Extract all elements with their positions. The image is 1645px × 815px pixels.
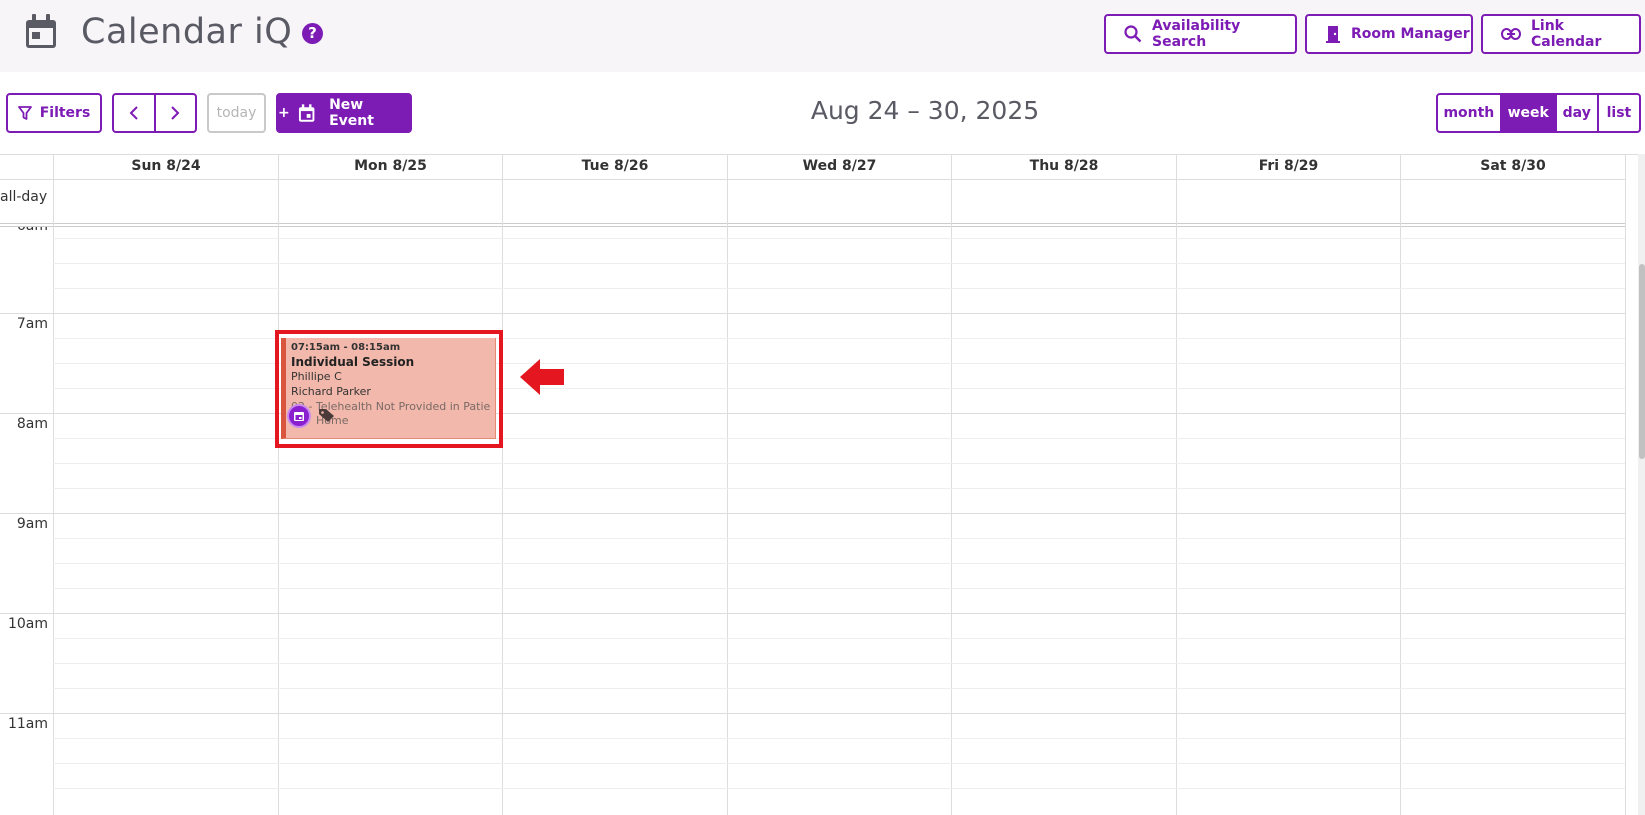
day-header-sun: Sun 8/24	[53, 154, 278, 179]
link-icon	[1501, 28, 1521, 40]
time-label-11am: 11am	[7, 716, 48, 732]
calendar-icon	[26, 14, 56, 48]
day-header-tue: Tue 8/26	[502, 154, 727, 179]
grid-line	[53, 563, 1625, 564]
grid-line	[0, 313, 1625, 314]
time-label-10am: 10am	[7, 616, 48, 632]
date-range-title: Aug 24 – 30, 2025	[810, 96, 1040, 125]
new-event-button[interactable]: + New Event	[276, 93, 412, 133]
grid-line	[0, 613, 1625, 614]
grid-line	[53, 688, 1625, 689]
grid-line	[727, 154, 728, 815]
day-header-wed: Wed 8/27	[727, 154, 951, 179]
search-icon	[1124, 25, 1142, 43]
new-event-plus: +	[278, 105, 290, 121]
grid-line	[53, 738, 1625, 739]
grid-line	[0, 223, 1625, 224]
grid-line	[0, 713, 1625, 714]
question-circle-icon[interactable]: ?	[302, 23, 323, 44]
grid-line	[53, 463, 1625, 464]
availability-search-button[interactable]: Availability Search	[1104, 14, 1297, 54]
door-icon	[1326, 26, 1340, 43]
grid-line	[0, 226, 1625, 227]
grid-line	[53, 788, 1625, 789]
app-header: Calendar iQ ? Availability Search Room M…	[0, 0, 1645, 72]
filters-label: Filters	[39, 105, 91, 121]
chevron-left-icon	[129, 106, 138, 120]
grid-line	[53, 638, 1625, 639]
grid-line	[951, 154, 952, 815]
today-button[interactable]: today	[207, 93, 266, 133]
new-event-label: New Event	[329, 97, 374, 129]
grid-line	[1625, 154, 1626, 815]
view-month-button[interactable]: month	[1438, 95, 1500, 131]
day-header-mon: Mon 8/25	[278, 154, 502, 179]
scrollbar-thumb[interactable]	[1639, 264, 1645, 459]
prev-button[interactable]	[114, 95, 154, 131]
grid-line	[53, 238, 1625, 239]
grid-line	[1176, 154, 1177, 815]
view-day-button[interactable]: day	[1554, 95, 1597, 131]
event-highlight-box	[275, 330, 503, 448]
nav-group	[112, 93, 197, 133]
week-calendar: Sun 8/24 Mon 8/25 Tue 8/26 Wed 8/27 Thu …	[0, 154, 1645, 815]
room-manager-label: Room Manager	[1351, 26, 1470, 42]
time-label-9am: 9am	[16, 516, 48, 532]
filter-icon	[17, 106, 32, 120]
chevron-right-icon	[171, 106, 180, 120]
availability-search-label: Availability Search	[1152, 18, 1241, 50]
grid-line	[278, 154, 279, 815]
link-calendar-button[interactable]: Link Calendar	[1481, 14, 1641, 54]
grid-line	[53, 154, 54, 815]
grid-line	[53, 288, 1625, 289]
grid-line	[1400, 154, 1401, 815]
next-button[interactable]	[153, 95, 196, 131]
grid-line	[53, 263, 1625, 264]
grid-line	[0, 513, 1625, 514]
view-switcher: month week day list	[1436, 93, 1641, 133]
grid-line	[53, 763, 1625, 764]
link-calendar-label: Link Calendar	[1531, 18, 1602, 50]
filters-button[interactable]: Filters	[6, 93, 102, 133]
grid-line	[0, 413, 1625, 414]
calendar-add-icon	[298, 103, 315, 122]
view-week-button[interactable]: week	[1499, 95, 1555, 131]
pointer-arrow-icon	[520, 359, 564, 395]
time-label-7am: 7am	[16, 316, 48, 332]
tag-icon[interactable]	[318, 408, 335, 423]
grid-line	[502, 154, 503, 815]
scrollbar-track[interactable]	[1638, 154, 1645, 815]
time-label-6am: 6am	[0, 227, 48, 234]
room-manager-button[interactable]: Room Manager	[1305, 14, 1473, 54]
day-header-fri: Fri 8/29	[1176, 154, 1400, 179]
day-header-thu: Thu 8/28	[951, 154, 1176, 179]
view-list-button[interactable]: list	[1596, 95, 1639, 131]
grid-line	[53, 588, 1625, 589]
time-label-8am: 8am	[16, 416, 48, 432]
grid-line	[53, 663, 1625, 664]
grid-line	[53, 538, 1625, 539]
app-title: Calendar iQ	[81, 12, 293, 52]
day-header-sat: Sat 8/30	[1400, 154, 1625, 179]
grid-line	[0, 179, 1625, 180]
allday-label: all-day	[0, 189, 48, 205]
time-label-clip: 6am	[0, 227, 53, 237]
grid-line	[53, 488, 1625, 489]
event-calendar-icon[interactable]	[287, 404, 311, 428]
